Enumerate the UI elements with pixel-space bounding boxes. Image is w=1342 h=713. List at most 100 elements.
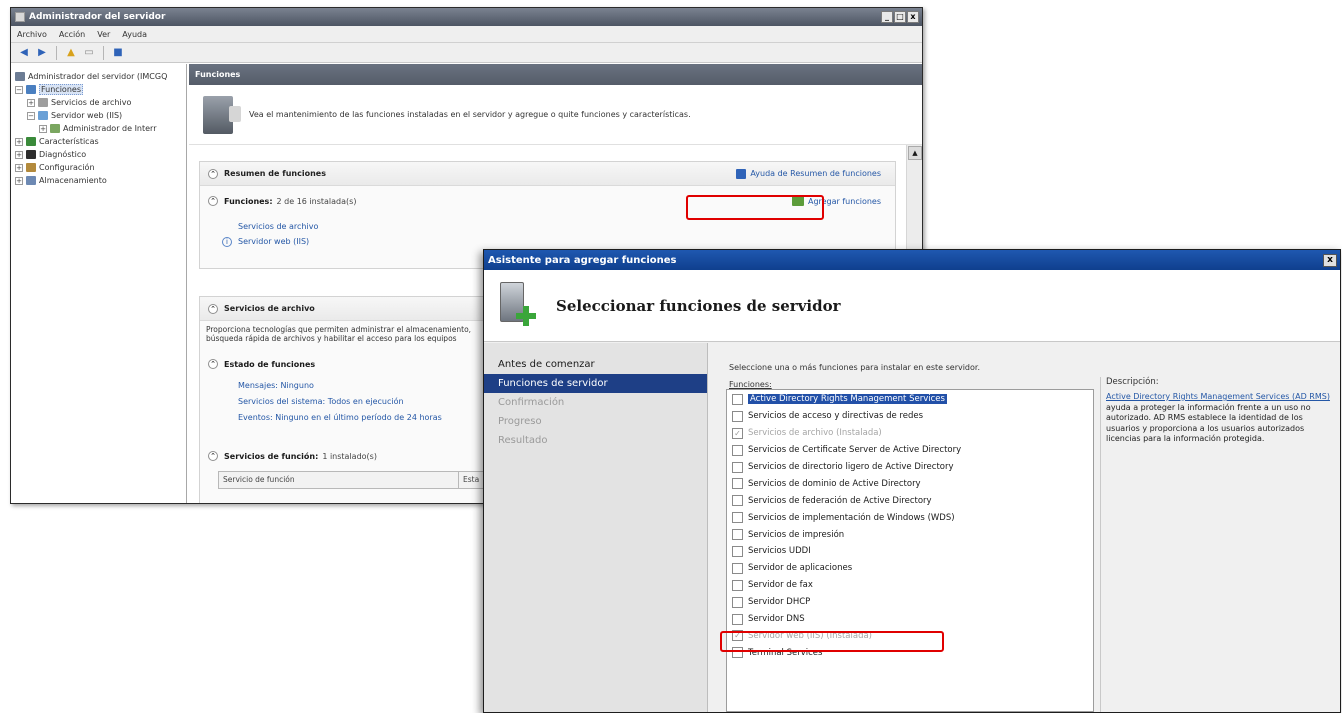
expand-icon[interactable]: + [15, 150, 23, 159]
tree-node-configuracion[interactable]: + Configuración [11, 161, 186, 174]
toolbar-separator [56, 45, 57, 60]
expand-icon[interactable]: + [27, 98, 35, 107]
role-checkbox[interactable] [732, 410, 743, 422]
tree-node-servicios-archivo[interactable]: + Servicios de archivo [11, 96, 186, 109]
role-checkbox[interactable] [732, 596, 743, 608]
resumen-header[interactable]: ⌃ Resumen de funciones Ayuda de Resumen … [200, 162, 895, 186]
properties-icon[interactable]: ▭ [82, 46, 96, 60]
role-link-servicios-archivo[interactable]: Servicios de archivo [238, 222, 895, 235]
tree-node-label: Administrador del servidor (IMCGQ [28, 72, 168, 81]
roles-checklist[interactable]: Active Directory Rights Management Servi… [726, 389, 1094, 712]
role-checkbox[interactable] [732, 512, 743, 524]
expand-icon[interactable]: + [15, 163, 23, 172]
role-checkbox[interactable] [732, 579, 743, 591]
role-label: Servidor de aplicaciones [748, 563, 853, 574]
servicios-funcion-table: Servicio de función Esta [218, 471, 518, 489]
tree-node-server-manager[interactable]: Administrador del servidor (IMCGQ [11, 70, 186, 83]
help-link-group[interactable]: Ayuda de Resumen de funciones [736, 168, 881, 179]
role-checkbox[interactable] [732, 444, 743, 456]
step-funciones-servidor[interactable]: Funciones de servidor [484, 374, 707, 393]
role-item[interactable]: Servidor DNS [727, 611, 1093, 628]
collapse-icon[interactable]: − [27, 111, 35, 120]
wizard-close-button[interactable]: x [1323, 253, 1337, 267]
role-label: Servicios de acceso y directivas de rede… [748, 411, 924, 422]
forward-arrow-icon[interactable]: ▶ [35, 46, 49, 60]
role-checkbox[interactable] [732, 393, 743, 405]
tree-node-servidor-web[interactable]: − Servidor web (IIS) [11, 109, 186, 122]
role-item[interactable]: Servicios de acceso y directivas de rede… [727, 408, 1093, 425]
table-header-estado[interactable]: Esta [459, 472, 483, 488]
help-icon[interactable]: ■ [111, 46, 125, 60]
tree-node-label: Administrador de Interr [63, 124, 157, 133]
menu-ver[interactable]: Ver [97, 30, 110, 39]
role-item[interactable]: Servidor de aplicaciones [727, 560, 1093, 577]
role-checkbox[interactable] [732, 495, 743, 507]
server-manager-titlebar[interactable]: Administrador del servidor _ □ x [11, 8, 922, 26]
app-icon [15, 12, 25, 22]
highlight-add-roles [686, 195, 824, 220]
expand-icon[interactable]: + [15, 137, 23, 146]
role-item[interactable]: Servicios de Certificate Server de Activ… [727, 442, 1093, 459]
collapse-icon[interactable]: − [15, 85, 23, 94]
expand-icon[interactable]: + [15, 176, 23, 185]
collapse-section-icon[interactable]: ⌃ [208, 303, 218, 314]
funciones-label: Funciones: [224, 196, 273, 206]
role-item[interactable]: Servicios UDDI [727, 543, 1093, 560]
role-item[interactable]: Servicios de implementación de Windows (… [727, 509, 1093, 526]
tree-node-label: Servidor web (IIS) [51, 111, 123, 120]
role-checkbox[interactable] [732, 478, 743, 490]
roles-label: Funciones: [729, 380, 772, 389]
minimize-button[interactable]: _ [881, 11, 893, 23]
features-icon [26, 137, 36, 146]
configuration-icon [26, 163, 36, 172]
instruction-text: Seleccione una o más funciones para inst… [729, 363, 981, 372]
description-title: Descripción: [1106, 377, 1159, 387]
role-checkbox[interactable] [732, 562, 743, 574]
menu-ayuda[interactable]: Ayuda [122, 30, 147, 39]
role-item[interactable]: Servidor de fax [727, 577, 1093, 594]
help-resumen-link[interactable]: Ayuda de Resumen de funciones [750, 169, 881, 178]
collapse-subsection-icon[interactable]: ⌃ [208, 196, 218, 206]
close-button[interactable]: x [907, 11, 919, 23]
scroll-up-arrow-icon[interactable]: ▲ [908, 146, 922, 160]
role-checkbox[interactable] [732, 461, 743, 473]
folder-up-icon[interactable]: ▲ [64, 46, 78, 60]
menu-accion[interactable]: Acción [59, 30, 85, 39]
tree-node-administrador-iis[interactable]: + Administrador de Interr [11, 122, 186, 135]
tree-node-almacenamiento[interactable]: + Almacenamiento [11, 174, 186, 187]
file-services-icon [38, 98, 48, 107]
wizard-heading: Seleccionar funciones de servidor [556, 296, 841, 315]
role-checkbox[interactable] [732, 545, 743, 557]
role-label: Servicios de implementación de Windows (… [748, 512, 955, 523]
role-item[interactable]: Servicios de federación de Active Direct… [727, 492, 1093, 509]
maximize-button[interactable]: □ [894, 11, 906, 23]
collapse-subsection-icon[interactable]: ⌃ [208, 359, 218, 369]
menu-bar: Archivo Acción Ver Ayuda [11, 26, 922, 43]
step-resultado: Resultado [498, 435, 548, 446]
step-antes-comenzar[interactable]: Antes de comenzar [484, 355, 707, 374]
menu-archivo[interactable]: Archivo [17, 30, 47, 39]
role-item[interactable]: Servicios de directorio ligero de Active… [727, 459, 1093, 476]
content-title: Funciones [189, 64, 922, 85]
back-arrow-icon[interactable]: ◀ [17, 46, 31, 60]
tree-node-diagnostico[interactable]: + Diagnóstico [11, 148, 186, 161]
section-title: Resumen de funciones [224, 169, 326, 178]
description-body: ayuda a proteger la información frente a… [1106, 402, 1311, 444]
wizard-titlebar[interactable]: Asistente para agregar funciones x [484, 250, 1340, 270]
role-checkbox[interactable] [732, 613, 743, 625]
role-item[interactable]: Servicios de dominio de Active Directory [727, 475, 1093, 492]
description-link[interactable]: Active Directory Rights Management Servi… [1106, 392, 1330, 401]
role-item[interactable]: Servicios de impresión [727, 526, 1093, 543]
description-text: Active Directory Rights Management Servi… [1106, 392, 1331, 445]
tree-node-caracteristicas[interactable]: + Características [11, 135, 186, 148]
tree-node-funciones[interactable]: − Funciones [11, 83, 186, 96]
role-checkbox[interactable] [732, 529, 743, 541]
collapse-section-icon[interactable]: ⌃ [208, 168, 218, 179]
role-item[interactable]: Active Directory Rights Management Servi… [727, 391, 1093, 408]
role-item[interactable]: Servidor DHCP [727, 594, 1093, 611]
collapse-subsection-icon[interactable]: ⌃ [208, 451, 218, 461]
wizard-main: Seleccione una o más funciones para inst… [709, 343, 1340, 712]
expand-icon[interactable]: + [39, 124, 47, 133]
table-header-servicio[interactable]: Servicio de función [219, 472, 459, 488]
role-link-servidor-web[interactable]: Servidor web (IIS) [238, 237, 309, 246]
